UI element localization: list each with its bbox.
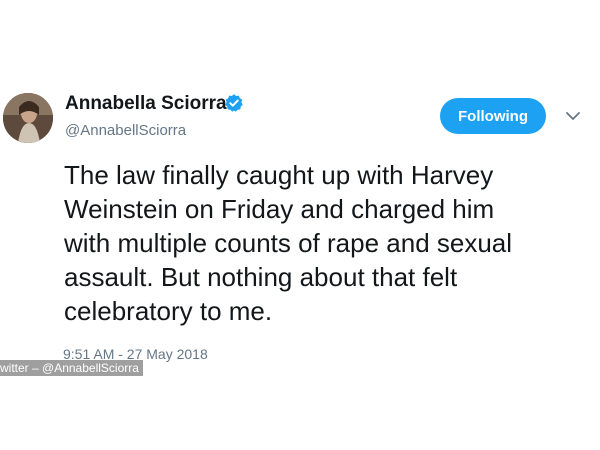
author-handle[interactable]: @AnnabellSciorra bbox=[65, 122, 186, 139]
tweet-text-line: with multiple counts of rape and sexual bbox=[64, 228, 513, 258]
tweet-text-line: The law finally caught up with Harvey bbox=[64, 160, 494, 190]
photo-credit-caption: witter – @AnnabellSciorra bbox=[0, 360, 143, 376]
following-button[interactable]: Following bbox=[440, 98, 546, 134]
chevron-down-icon[interactable] bbox=[565, 110, 581, 122]
avatar[interactable] bbox=[3, 93, 53, 143]
avatar-image bbox=[3, 93, 53, 143]
tweet-text-line: Weinstein on Friday and charged him bbox=[64, 194, 495, 224]
page: Annabella Sciorra @AnnabellSciorra Follo… bbox=[0, 0, 600, 450]
tweet-text-line: celebratory to me. bbox=[64, 296, 273, 326]
tweet-text: The law finally caught up with Harvey We… bbox=[64, 158, 584, 328]
tweet-card: Annabella Sciorra @AnnabellSciorra Follo… bbox=[0, 0, 600, 450]
tweet-text-line: assault. But nothing about that felt bbox=[64, 262, 458, 292]
verified-badge-icon bbox=[225, 94, 243, 112]
author-display-name[interactable]: Annabella Sciorra bbox=[65, 93, 227, 115]
